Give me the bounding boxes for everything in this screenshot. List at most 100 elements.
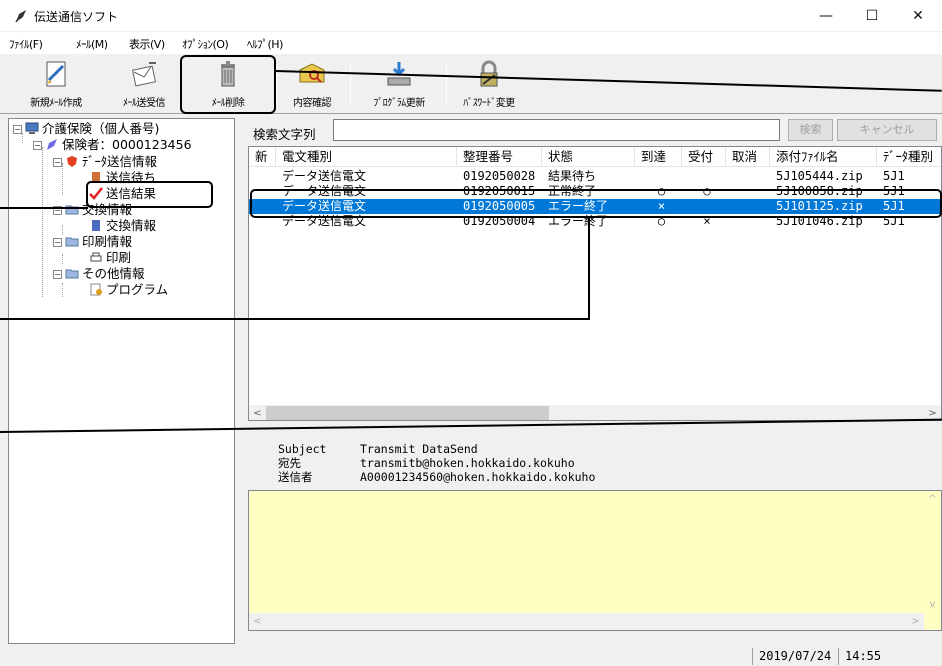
col-cancel[interactable]: 取消 [726,147,770,167]
title-bar: 伝送通信ソフト — ☐ ✕ [0,0,942,32]
password-change-button[interactable]: ﾊﾟｽﾜｰﾄﾞ変更 [452,58,526,110]
scroll-right-icon[interactable]: > [907,613,924,630]
scroll-left-icon[interactable]: < [249,405,266,420]
toolbar-separator [350,64,351,104]
menu-view[interactable]: 表示(V) [129,36,165,52]
tree-data-send[interactable]: − ﾃﾞｰﾀ送信情報 [53,154,157,170]
tree-print[interactable]: − 印刷情報 [53,234,132,250]
search-input[interactable] [333,119,780,141]
new-mail-icon [46,61,66,87]
col-new[interactable]: 新 [249,147,276,167]
callout-line [0,207,88,209]
confirm-button[interactable]: 内容確認 [280,58,344,110]
col-number[interactable]: 整理番号 [457,147,542,167]
send-receive-button[interactable]: ﾒｰﾙ送受信 [108,58,180,110]
tree-line [62,283,63,297]
app-window: 伝送通信ソフト — ☐ ✕ ﾌｧｲﾙ(F) ﾒｰﾙ(M) 表示(V) ｵﾌﾟｼｮ… [0,0,942,666]
lock-icon [480,60,498,87]
confirm-label: 内容確認 [293,98,332,109]
col-kind[interactable]: ﾃﾞｰﾀ種別 [877,147,941,167]
app-icon [15,10,26,23]
tree-highlight [86,181,213,208]
printer-icon [90,252,102,262]
status-date: 2019/07/24 [752,648,838,665]
scroll-thumb[interactable] [266,406,549,420]
cell-kind: 5J1 [883,169,905,183]
subject-value: Transmit DataSend [360,442,478,456]
col-status[interactable]: 状態 [542,147,635,167]
new-mail-button[interactable]: 新規ﾒｰﾙ作成 [20,58,92,110]
send-receive-icon [131,62,157,87]
menu-options[interactable]: ｵﾌﾟｼｮﾝ(O) [182,36,229,52]
tree-exchange-child-label: 交換情報 [106,218,157,233]
menu-bar: ﾌｧｲﾙ(F) ﾒｰﾙ(M) 表示(V) ｵﾌﾟｼｮﾝ(O) ﾍﾙﾌﾟ(H) [0,32,942,54]
tree-other[interactable]: − その他情報 [53,266,145,282]
collapse-icon[interactable]: − [53,158,62,167]
tree-root[interactable]: − 介護保険（個人番号) [13,121,159,137]
program-update-button[interactable]: ﾌﾟﾛｸﾞﾗﾑ更新 [360,58,438,110]
toolbar: 新規ﾒｰﾙ作成 ﾒｰﾙ送受信 ﾒｰﾙ削除 内容確認 ﾌﾟﾛｸﾞﾗﾑ更新 ﾊﾟｽﾜ… [0,54,942,114]
folder-icon [65,269,79,279]
computer-icon [25,122,39,134]
scroll-up-icon[interactable]: ^ [924,491,941,508]
close-button[interactable]: ✕ [895,0,941,32]
from-value: A00001234560@hoken.hokkaido.kokuho [360,470,596,484]
window-title: 伝送通信ソフト [34,10,119,24]
tree-print-child-label: 印刷 [106,250,132,265]
menu-help[interactable]: ﾍﾙﾌﾟ(H) [247,36,283,52]
pen-icon [47,139,57,150]
col-type[interactable]: 電文種別 [276,147,457,167]
body-vertical-scrollbar[interactable]: ^ v [924,491,941,613]
collapse-icon[interactable]: − [33,141,42,150]
list-row[interactable]: データ送信電文 0192050028 結果待ち 5J105444.zip 5J1 [249,169,941,184]
status-bar: 2019/07/24 14:55 [0,646,942,666]
send-receive-label: ﾒｰﾙ送受信 [123,98,166,109]
toolbar-separator [446,64,447,104]
callout-line [588,216,590,320]
row-highlight [250,189,942,218]
program-update-label: ﾌﾟﾛｸﾞﾗﾑ更新 [373,98,425,109]
mail-list: 新 電文種別 整理番号 状態 到達 受付 取消 添付ﾌｧｲﾙ名 ﾃﾞｰﾀ種別 デ… [248,146,942,421]
password-change-label: ﾊﾟｽﾜｰﾄﾞ変更 [463,98,515,109]
to-value: transmitb@hoken.hokkaido.kokuho [360,456,575,470]
cell-number: 0192050028 [463,169,536,183]
toolbar-highlight [180,55,276,114]
collapse-icon[interactable]: − [13,125,22,134]
cell-type: データ送信電文 [282,169,367,183]
col-arrive[interactable]: 到達 [635,147,682,167]
status-time: 14:55 [838,648,898,665]
tree-print-child[interactable]: 印刷 [89,250,131,266]
scroll-left-icon[interactable]: < [249,613,266,630]
collapse-icon[interactable]: − [53,238,62,247]
mail-detail-header: Subject Transmit DataSend 宛先 transmitb@h… [248,432,942,488]
col-accept[interactable]: 受付 [682,147,726,167]
menu-file[interactable]: ﾌｧｲﾙ(F) [9,36,43,52]
shield-icon [67,156,77,167]
menu-mail[interactable]: ﾒｰﾙ(M) [76,36,108,52]
search-button[interactable]: 検索 [788,119,833,141]
mail-body[interactable]: ^ v < > [248,490,942,631]
tree-exchange-child[interactable]: 交換情報 [89,218,156,234]
tree-other-label: その他情報 [82,266,145,281]
body-horizontal-scrollbar[interactable]: < > [249,613,924,630]
new-mail-label: 新規ﾒｰﾙ作成 [30,98,82,109]
maximize-button[interactable]: ☐ [849,0,895,32]
program-icon [90,283,102,296]
folder-icon [65,237,79,247]
minimize-button[interactable]: — [803,0,849,32]
search-label: 検索文字列 [253,127,316,142]
collapse-icon[interactable]: − [53,270,62,279]
scroll-down-icon[interactable]: v [924,596,941,613]
cell-file: 5J105444.zip [776,169,863,183]
tree-data-send-label: ﾃﾞｰﾀ送信情報 [82,154,158,169]
tree-insurer[interactable]: − 保険者：0000123456 [33,137,192,153]
tree-program-label: プログラム [106,282,169,297]
tree-program[interactable]: プログラム [89,282,168,298]
col-file[interactable]: 添付ﾌｧｲﾙ名 [770,147,877,167]
tree-line [42,147,43,297]
list-horizontal-scrollbar[interactable]: < > [249,405,941,420]
callout-line [0,318,590,320]
document-icon [92,220,100,231]
tree-insurer-label: 保険者：0000123456 [62,137,192,152]
cancel-button[interactable]: キャンセル [837,119,937,141]
